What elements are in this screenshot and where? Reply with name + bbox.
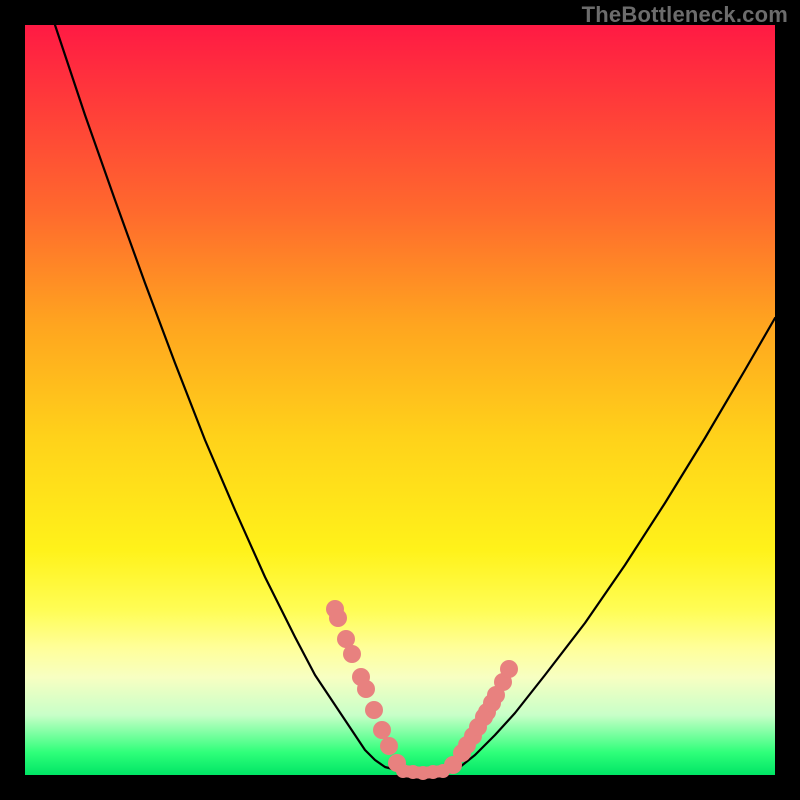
bottleneck-curve <box>25 25 775 775</box>
data-marker <box>373 721 391 739</box>
chart-frame: TheBottleneck.com <box>0 0 800 800</box>
data-marker <box>500 660 518 678</box>
plot-area <box>25 25 775 775</box>
data-marker <box>343 645 361 663</box>
watermark-text: TheBottleneck.com <box>582 2 788 28</box>
v-curve <box>55 25 775 773</box>
data-marker <box>436 764 450 778</box>
data-marker <box>365 701 383 719</box>
data-marker <box>380 737 398 755</box>
data-marker <box>357 680 375 698</box>
data-marker <box>329 609 347 627</box>
